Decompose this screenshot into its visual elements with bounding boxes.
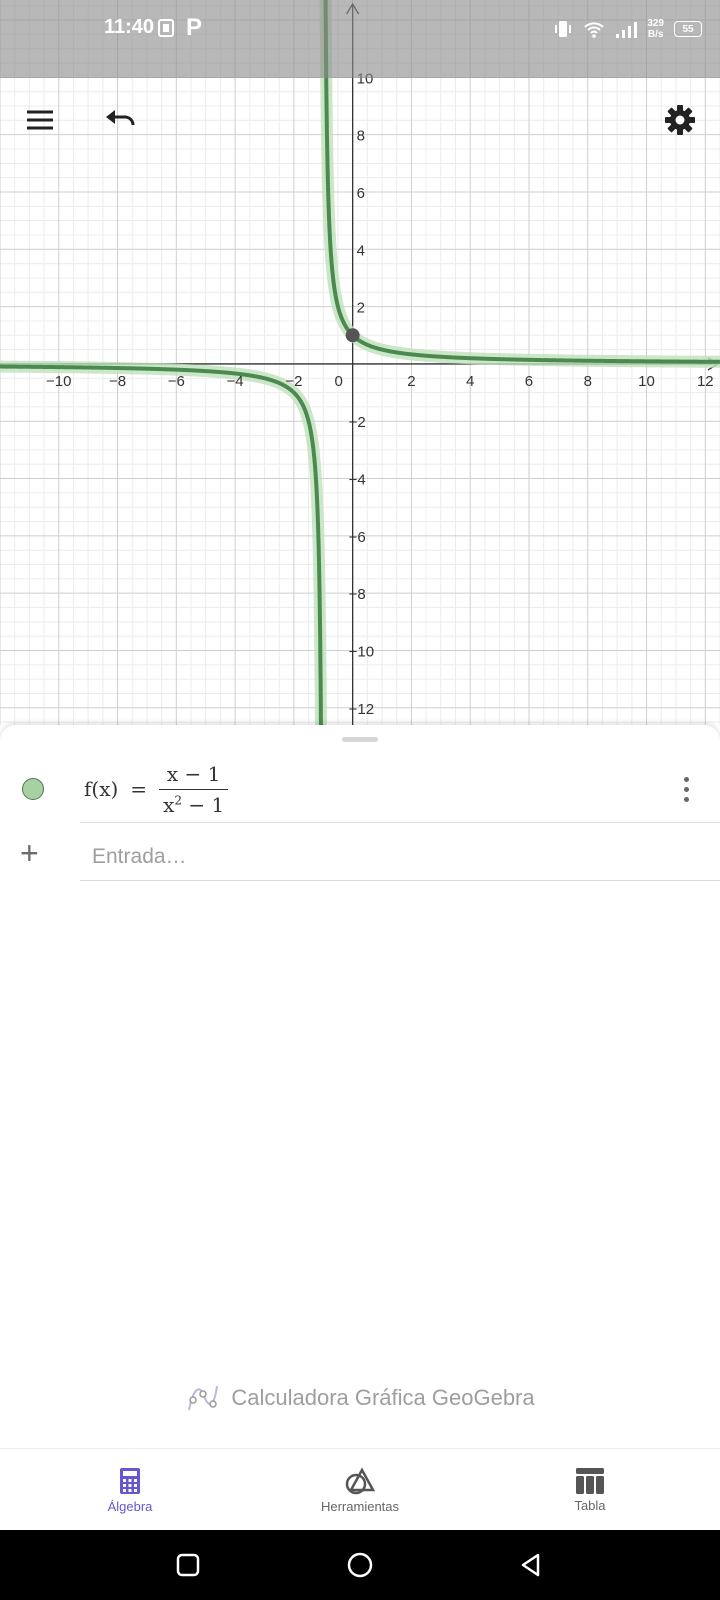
tools-shapes-icon (345, 1466, 375, 1494)
input-field[interactable]: Entrada… (92, 845, 187, 869)
y-tick-label: 2 (357, 300, 365, 317)
x-tick-label: −10 (46, 373, 71, 390)
circle-icon (347, 1552, 373, 1578)
x-tick-label: −2 (285, 373, 302, 390)
geogebra-logo-icon (188, 1385, 219, 1411)
visibility-toggle[interactable] (22, 778, 44, 800)
y-tick-label: 6 (357, 185, 365, 202)
point-on-curve[interactable] (345, 328, 360, 343)
function-definition[interactable]: f(x) = x − 1 x2 − 1 (84, 761, 229, 817)
x-tick-label: −6 (168, 373, 185, 390)
curve-glow-left (0, 360, 327, 725)
recents-button[interactable] (165, 1542, 211, 1588)
y-tick-label: −2 (349, 414, 366, 431)
home-button[interactable] (337, 1542, 383, 1588)
battery-indicator: 55 (674, 21, 702, 37)
x-tick-label: 2 (407, 373, 415, 390)
gear-icon (665, 105, 695, 135)
status-time: 11:40 (104, 16, 155, 38)
x-tick-label: 0 (334, 373, 342, 390)
notification-app-icon (158, 19, 174, 37)
x-tick-label: 6 (525, 373, 533, 390)
tab-table[interactable]: Tabla (470, 1449, 710, 1531)
dot-3 (683, 796, 689, 802)
dot-1 (683, 776, 689, 782)
fraction: x − 1 x2 − 1 (159, 761, 229, 817)
x-tick-label: 10 (638, 373, 655, 390)
y-tick-label: −4 (349, 472, 366, 489)
plus-icon[interactable]: + (20, 835, 39, 872)
menu-button[interactable] (16, 96, 64, 144)
table-icon (576, 1467, 604, 1494)
tab-algebra[interactable]: Álgebra (10, 1449, 250, 1531)
drag-handle[interactable] (342, 737, 378, 742)
equals-sign: = (130, 777, 148, 801)
y-tick-label: −6 (349, 529, 366, 546)
tab-table-label: Tabla (574, 1497, 606, 1513)
vibrate-icon (555, 21, 572, 37)
tab-tools-label: Herramientas (320, 1498, 400, 1514)
wifi-icon (584, 22, 605, 38)
numerator: x − 1 (166, 761, 221, 786)
more-options-button[interactable] (668, 771, 704, 807)
x-tick-label: −4 (227, 373, 244, 390)
status-bar: 11:40 P 329 B/s 55 (0, 0, 720, 78)
x-tick-label: 4 (466, 373, 474, 390)
x-tick-label: 8 (584, 373, 592, 390)
system-navigation-bar (0, 1530, 720, 1600)
y-tick-label: 4 (357, 242, 365, 259)
y-tick-label: 8 (357, 128, 365, 145)
undo-icon (106, 110, 135, 126)
x-tick-label: −8 (109, 373, 126, 390)
triangle-back-icon (521, 1553, 540, 1577)
hamburger-menu-icon (27, 110, 53, 130)
curve-left-branch (0, 364, 323, 725)
signal-icon (616, 22, 638, 38)
algebra-item-f[interactable]: f(x) = x − 1 x2 − 1 (0, 755, 720, 823)
bottom-navigation: Álgebra Herramientas Tabla (0, 1448, 720, 1531)
tab-algebra-label: Álgebra (107, 1498, 153, 1514)
denominator: x2 − 1 (159, 788, 229, 817)
square-icon (176, 1553, 200, 1577)
function-name: f(x) (84, 777, 119, 801)
tab-tools[interactable]: Herramientas (240, 1449, 480, 1531)
y-tick-label: −10 (349, 643, 374, 660)
x-tick-label: 12 (697, 373, 714, 390)
settings-button[interactable] (656, 96, 704, 144)
app-name: Calculadora Gráfica GeoGebra (231, 1385, 535, 1410)
y-tick-label: −12 (349, 701, 374, 718)
branding: Calculadora Gráfica GeoGebra (0, 1380, 720, 1416)
y-tick-label: −8 (349, 586, 366, 603)
divider (80, 880, 720, 881)
dot-2 (683, 786, 689, 792)
undo-button[interactable] (96, 96, 144, 144)
network-speed: 329 B/s (647, 18, 664, 40)
calculator-icon (120, 1467, 140, 1494)
back-button[interactable] (508, 1542, 554, 1588)
parking-p-icon: P (186, 14, 203, 41)
tick-labels: −10 −8 −6 −4 −2 0 2 4 6 8 10 12108642−2−4−6−8−10−12 (46, 70, 714, 717)
